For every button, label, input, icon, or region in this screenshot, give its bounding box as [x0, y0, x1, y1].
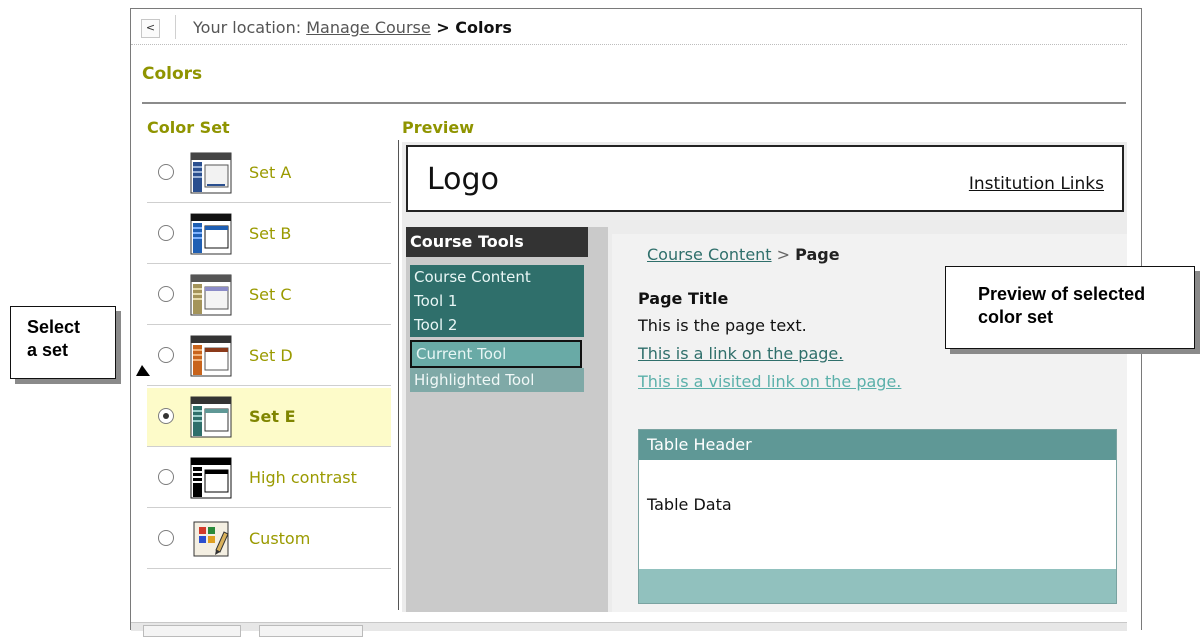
breadcrumb-prefix: Your location: [193, 18, 307, 37]
color-set-option-e[interactable]: Set E [147, 388, 391, 447]
color-set-label: Set D [249, 346, 293, 365]
preview-institution-links: Institution Links [968, 174, 1104, 194]
preview-heading: Preview [402, 118, 475, 137]
callout-select-line1: Select [27, 317, 81, 337]
color-set-option-b[interactable]: Set B [147, 205, 391, 264]
preview-visited-link: This is a visited link on the page. [638, 372, 902, 391]
radio-button[interactable] [158, 225, 174, 241]
callout-preview-line2: color set [978, 307, 1054, 327]
preview-logo: Logo [427, 162, 499, 197]
color-set-thumbnail-icon [190, 457, 232, 499]
color-set-label: Set C [249, 285, 292, 304]
color-set-list: Set A Set B Set C Set D Set E High contr… [147, 144, 391, 571]
color-set-label: Set A [249, 163, 292, 182]
preview-table-data: Table Data [647, 495, 732, 514]
preview-header: Logo Institution Links [406, 145, 1124, 212]
color-set-option-d[interactable]: Set D [147, 327, 391, 386]
radio-button-selected[interactable] [158, 408, 174, 424]
preview-breadcrumb-link: Course Content [647, 245, 772, 264]
column-divider [398, 140, 399, 610]
color-set-thumbnail-icon [190, 335, 232, 377]
preview-table-header: Table Header [639, 430, 1116, 460]
preview-page-text: This is the page text. [638, 316, 807, 335]
cancel-button[interactable] [259, 625, 363, 637]
color-set-label: Custom [249, 529, 311, 548]
breadcrumb-divider [175, 15, 176, 39]
preview-tool-2: Tool 2 [410, 313, 584, 337]
preview-table-footer [639, 569, 1116, 603]
page-title: Colors [142, 64, 203, 84]
color-set-heading: Color Set [147, 118, 230, 137]
title-divider [142, 102, 1126, 104]
radio-button[interactable] [158, 469, 174, 485]
color-set-thumbnail-icon [190, 213, 232, 255]
color-preview: Logo Institution Links Course Tools Cour… [402, 142, 1127, 612]
preview-table: Table Header Table Data [638, 429, 1117, 604]
color-set-thumbnail-icon [190, 396, 232, 438]
action-bar [131, 622, 1127, 637]
preview-tool-current: Current Tool [410, 340, 582, 368]
preview-page-title: Page Title [638, 289, 729, 308]
submit-button[interactable] [143, 625, 241, 637]
preview-breadcrumb: Course Content > Page [647, 245, 840, 264]
callout-arrow-icon [136, 365, 150, 376]
radio-button[interactable] [158, 530, 174, 546]
color-set-label: Set B [249, 224, 292, 243]
breadcrumb: < Your location: Manage Course > Colors [131, 9, 1127, 45]
callout-select-set: Select a set [10, 306, 116, 379]
color-set-option-a[interactable]: Set A [147, 144, 391, 203]
breadcrumb-link-manage-course[interactable]: Manage Course [306, 18, 431, 37]
color-set-thumbnail-icon [190, 274, 232, 316]
color-set-option-c[interactable]: Set C [147, 266, 391, 325]
preview-course-menu: Course Tools Course Content Tool 1 Tool … [406, 227, 608, 612]
color-set-label: Set E [249, 407, 296, 426]
preview-link: This is a link on the page. [638, 344, 844, 363]
callout-select-line2: a set [27, 340, 69, 360]
breadcrumb-current: Colors [455, 18, 512, 37]
callout-preview: Preview of selected color set [945, 266, 1195, 349]
radio-button[interactable] [158, 347, 174, 363]
radio-button[interactable] [158, 164, 174, 180]
preview-breadcrumb-separator: > [771, 245, 796, 264]
breadcrumb-text: Your location: Manage Course > Colors [193, 18, 512, 37]
back-button[interactable]: < [141, 19, 160, 38]
color-set-option-custom[interactable]: Custom [147, 510, 391, 569]
preview-tool-highlighted: Highlighted Tool [410, 368, 584, 392]
course-tools-header: Course Tools [406, 227, 588, 257]
callout-preview-line1: Preview of selected [978, 284, 1146, 304]
color-set-label: High contrast [249, 468, 357, 487]
preview-breadcrumb-current: Page [795, 245, 840, 264]
breadcrumb-separator: > [430, 18, 456, 37]
color-set-option-high-contrast[interactable]: High contrast [147, 449, 391, 508]
palette-pencil-icon [193, 521, 229, 557]
radio-button[interactable] [158, 286, 174, 302]
preview-tool-1: Tool 1 [410, 289, 584, 313]
preview-tool-course-content: Course Content [410, 265, 584, 289]
color-set-thumbnail-icon [190, 152, 232, 194]
